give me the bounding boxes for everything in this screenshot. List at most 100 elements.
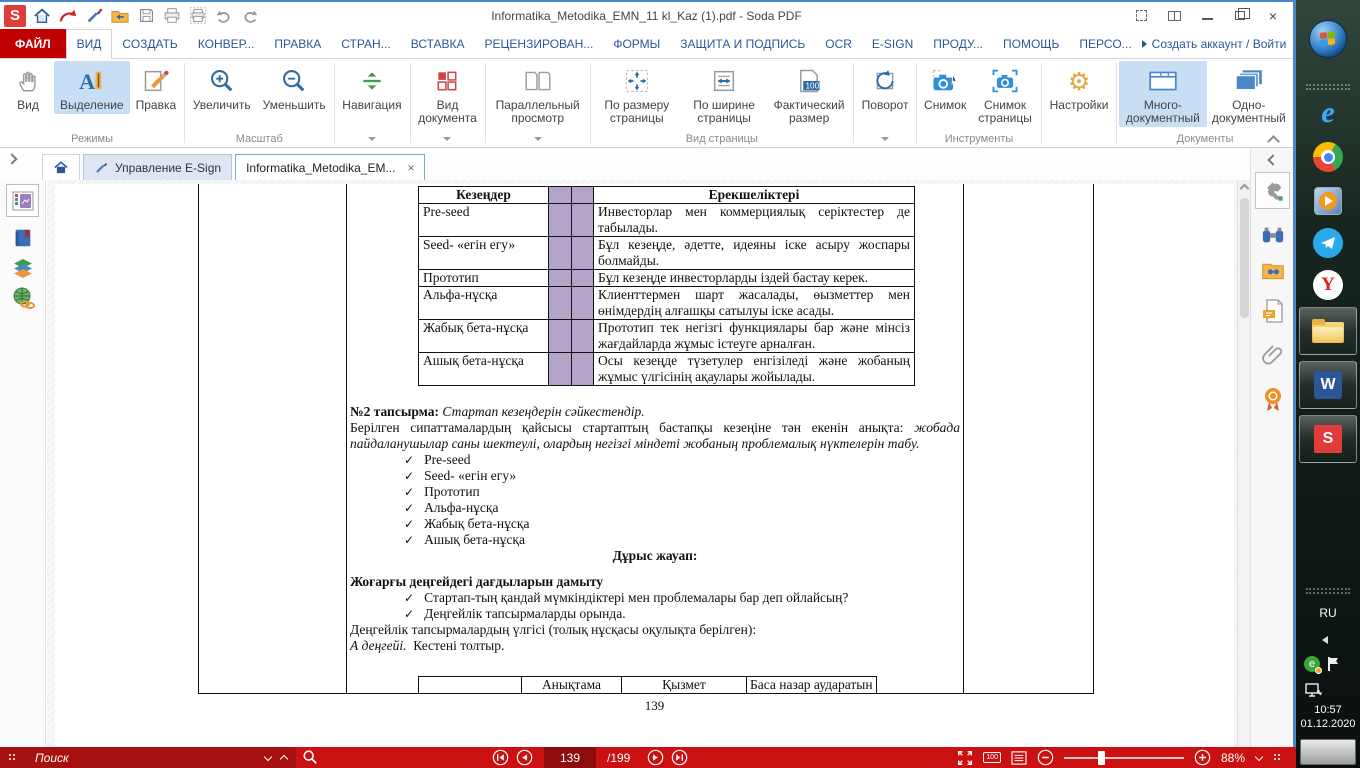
tab-review[interactable]: РЕЦЕНЗИРОВАН... <box>475 29 604 59</box>
search-prev-icon[interactable] <box>264 754 272 762</box>
show-desktop-button[interactable] <box>1300 739 1356 765</box>
collapse-sidebar-icon[interactable] <box>1269 156 1279 166</box>
share-icon[interactable] <box>58 6 78 26</box>
tab-file[interactable]: ФАЙЛ <box>0 29 66 59</box>
vertical-scrollbar[interactable] <box>1237 180 1250 747</box>
zoom-out-button[interactable] <box>1037 749 1054 766</box>
dropdown-arrow-icon[interactable] <box>368 137 376 141</box>
tab-pages[interactable]: СТРАН... <box>331 29 400 59</box>
tab-view[interactable]: ВИД <box>66 29 113 59</box>
view-mode-button[interactable]: Вид <box>2 61 54 114</box>
restore-button[interactable] <box>1232 9 1248 23</box>
tab-edit[interactable]: ПРАВКА <box>264 29 331 59</box>
actual-size-button[interactable]: 100 Фактический размер <box>767 61 851 127</box>
minimize-button[interactable] <box>1199 9 1215 23</box>
rotate-button[interactable]: Поворот <box>856 61 915 114</box>
media-player-icon[interactable] <box>1311 184 1345 218</box>
tab-create[interactable]: СОЗДАТЬ <box>112 29 187 59</box>
telegram-icon[interactable] <box>1311 226 1345 260</box>
start-button[interactable] <box>1309 20 1347 58</box>
previous-page-button[interactable] <box>516 749 533 766</box>
actual-size-icon[interactable]: 100 <box>983 752 1001 763</box>
pen-icon[interactable] <box>84 6 104 26</box>
tab-help[interactable]: ПОМОЩЬ <box>993 29 1069 59</box>
language-indicator[interactable]: RU <box>1296 606 1360 620</box>
single-document-button[interactable]: Одно-документный <box>1207 61 1291 127</box>
attachments-panel-button[interactable] <box>1261 342 1285 368</box>
zoom-out-button[interactable]: Уменьшить <box>257 61 332 114</box>
reading-view-button[interactable] <box>1166 9 1182 23</box>
tab-secure-sign[interactable]: ЗАЩИТА И ПОДПИСЬ <box>670 29 815 59</box>
close-button[interactable]: × <box>1265 9 1281 23</box>
page-snapshot-button[interactable]: Снимок страницы <box>971 61 1039 127</box>
yandex-browser-icon[interactable]: Y <box>1311 268 1345 302</box>
create-account-link[interactable]: Создать аккаунт / Войти <box>1142 29 1301 59</box>
select-mode-button[interactable]: A Выделение <box>54 61 130 114</box>
home-tab[interactable] <box>42 154 80 180</box>
search-input[interactable]: Поиск <box>35 751 69 765</box>
layers-panel-button[interactable] <box>11 256 35 280</box>
collapse-ribbon-icon[interactable] <box>1269 135 1279 141</box>
close-tab-icon[interactable]: × <box>407 161 414 175</box>
clock-time[interactable]: 10:57 <box>1296 704 1360 716</box>
zoom-in-button[interactable] <box>1194 749 1211 766</box>
search-next-icon[interactable] <box>280 754 288 762</box>
search-files-panel-button[interactable] <box>1261 258 1285 284</box>
document-view-button[interactable]: Вид документа <box>412 61 483 127</box>
scrollbar-thumb[interactable] <box>1240 198 1249 318</box>
redo-icon[interactable] <box>240 6 260 26</box>
zoom-in-button[interactable]: Увеличить <box>187 61 257 114</box>
action-center-flag-icon[interactable] <box>1328 657 1340 671</box>
dropdown-arrow-icon[interactable] <box>443 137 451 141</box>
multi-document-button[interactable]: Много-документный <box>1119 61 1207 127</box>
fit-width-icon[interactable] <box>1011 751 1027 765</box>
tab-esign[interactable]: E-SIGN <box>862 29 923 59</box>
word-taskbar-button[interactable]: W <box>1299 361 1357 409</box>
edit-mode-button[interactable]: Правка <box>130 61 183 114</box>
document-canvas[interactable]: Кезеңдер Ерекшеліктері Pre-seedИнвесторл… <box>47 180 1250 747</box>
fit-page-button[interactable]: По размеру страницы <box>593 61 681 127</box>
home-icon[interactable] <box>32 6 52 26</box>
soda-pdf-taskbar-button[interactable]: S <box>1299 415 1357 463</box>
search-bar[interactable]: Поиск <box>0 747 296 768</box>
undo-icon[interactable] <box>214 6 234 26</box>
settings-button[interactable]: ⚙ Настройки <box>1044 61 1115 114</box>
fit-width-button[interactable]: По ширине страницы <box>681 61 767 127</box>
zoom-slider-handle[interactable] <box>1098 751 1105 765</box>
network-icon[interactable] <box>1304 682 1322 698</box>
print-area-icon[interactable] <box>188 6 208 26</box>
open-folder-icon[interactable] <box>110 6 130 26</box>
dropdown-arrow-icon[interactable] <box>534 137 542 141</box>
show-hidden-icons-arrow[interactable] <box>1322 636 1328 644</box>
tab-products[interactable]: ПРОДУ... <box>923 29 993 59</box>
navigation-button[interactable]: Навигация <box>336 61 407 114</box>
chrome-icon[interactable] <box>1311 140 1345 174</box>
tab-convert[interactable]: КОНВЕР... <box>188 29 265 59</box>
parallel-view-button[interactable]: Параллельный просмотр <box>487 61 588 127</box>
current-document-tab[interactable]: Informatika_Metodika_EM... × <box>235 154 425 180</box>
zoom-menu-icon[interactable] <box>1255 754 1263 762</box>
internet-explorer-icon[interactable]: e <box>1311 96 1345 130</box>
snapshot-button[interactable]: Снимок <box>919 61 971 114</box>
explorer-taskbar-button[interactable] <box>1299 307 1357 355</box>
antivirus-tray-icon[interactable]: e <box>1304 656 1320 672</box>
clock-date[interactable]: 01.12.2020 <box>1296 718 1360 730</box>
expand-panel-icon[interactable] <box>8 155 16 163</box>
tab-insert[interactable]: ВСТАВКА <box>401 29 475 59</box>
fit-screen-icon[interactable] <box>957 750 973 766</box>
scroll-up-icon[interactable] <box>1240 184 1250 194</box>
save-icon[interactable] <box>136 6 156 26</box>
zoom-level[interactable]: 88% <box>1221 751 1245 765</box>
tab-ocr[interactable]: OCR <box>815 29 862 59</box>
search-panel-button[interactable] <box>1261 222 1285 248</box>
current-page-input[interactable]: 139 <box>544 747 596 768</box>
fullscreen-button[interactable] <box>1133 9 1149 23</box>
dropdown-arrow-icon[interactable] <box>881 137 889 141</box>
last-page-button[interactable] <box>671 749 688 766</box>
comments-panel-button[interactable] <box>1261 298 1285 324</box>
next-page-button[interactable] <box>647 749 664 766</box>
tools-panel-button[interactable] <box>1255 172 1290 209</box>
print-icon[interactable] <box>162 6 182 26</box>
tab-forms[interactable]: ФОРМЫ <box>603 29 670 59</box>
first-page-button[interactable] <box>492 749 509 766</box>
